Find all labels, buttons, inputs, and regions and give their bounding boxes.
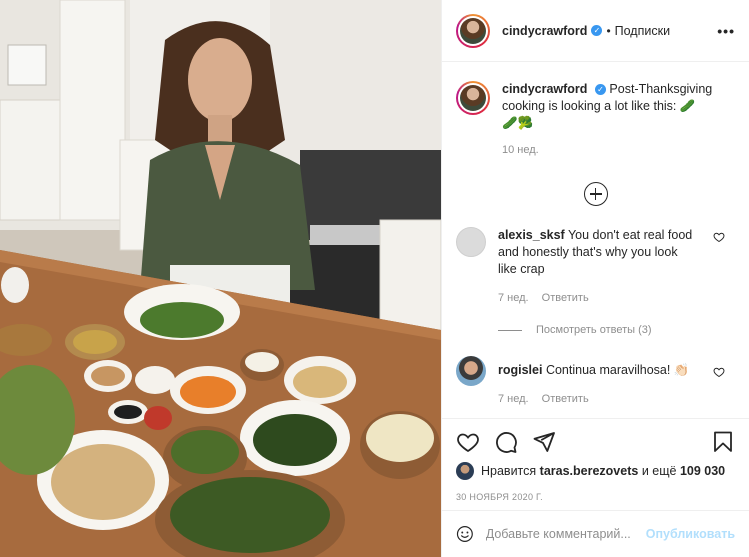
verified-icon: ✓	[591, 25, 603, 36]
publish-button[interactable]: Опубликовать	[646, 527, 735, 541]
comment-time[interactable]: 7 нед.	[498, 393, 529, 405]
author-avatar[interactable]	[456, 13, 490, 48]
heart-icon[interactable]	[456, 430, 480, 454]
add-comment-bar: Опубликовать	[442, 510, 749, 557]
share-icon[interactable]	[532, 430, 556, 454]
comment-item: alexis_sksf You don't eat real food and …	[442, 227, 749, 307]
verified-icon: ✓	[594, 84, 606, 96]
reply-button[interactable]: Ответить	[542, 292, 589, 304]
following-button[interactable]: Подписки	[615, 24, 670, 38]
comment-item: rogislei Continua maravilhosa! 👏🏻 7 нед.…	[442, 356, 749, 408]
heart-icon[interactable]	[713, 366, 725, 378]
comment-time[interactable]: 7 нед.	[498, 292, 529, 304]
bookmark-icon[interactable]	[711, 430, 735, 454]
likes-suffix: и ещё	[641, 464, 677, 478]
post-photo[interactable]	[0, 0, 441, 557]
instagram-post-modal: cindycrawford ✓ • Подписки ••• cindycraw…	[0, 0, 749, 557]
likes-count[interactable]: 109 030	[680, 464, 725, 478]
likes-summary: Нравится taras.berezovets и ещё 109 030	[456, 462, 735, 480]
reply-button[interactable]: Ответить	[542, 393, 589, 405]
comment-input[interactable]	[485, 527, 646, 541]
post-details-panel: cindycrawford ✓ • Подписки ••• cindycraw…	[441, 0, 749, 557]
liker-avatar[interactable]	[456, 462, 474, 480]
post-caption: cindycrawford ✓ Post-Thanksgiving cookin…	[442, 63, 749, 159]
comment-icon[interactable]	[494, 430, 518, 454]
post-header: cindycrawford ✓ • Подписки •••	[442, 0, 749, 62]
comment-avatar[interactable]	[456, 227, 486, 257]
more-options-icon[interactable]: •••	[717, 23, 735, 39]
emoji-icon[interactable]	[456, 522, 474, 546]
author-username[interactable]: cindycrawford	[502, 24, 587, 38]
post-date[interactable]: 30 НОЯБРЯ 2020 Г.	[456, 492, 735, 502]
view-replies-label[interactable]: Посмотреть ответы (3)	[536, 324, 652, 336]
comment-meta: 7 нед. Ответить	[498, 391, 698, 408]
separator-dot: •	[606, 23, 611, 38]
comment-meta: 7 нед. Ответить	[498, 290, 698, 307]
view-replies-button[interactable]: Посмотреть ответы (3)	[498, 324, 749, 336]
liker-username[interactable]: taras.berezovets	[540, 464, 639, 478]
likes-prefix: Нравится	[481, 464, 537, 478]
replies-divider	[498, 329, 522, 331]
comment-username[interactable]: alexis_sksf	[498, 228, 565, 242]
comments-scroll-area[interactable]: cindycrawford ✓ Post-Thanksgiving cookin…	[442, 63, 749, 410]
action-icons	[456, 425, 735, 459]
caption-author-avatar[interactable]	[456, 81, 490, 115]
caption-emoji: 🥒🥦	[502, 116, 534, 130]
comment-username[interactable]: rogislei	[498, 363, 542, 377]
plus-circle-icon[interactable]	[583, 182, 608, 206]
post-actions: Нравится taras.berezovets и ещё 109 030 …	[442, 418, 749, 519]
comment-avatar[interactable]	[456, 356, 486, 386]
kitchen-scene-image	[0, 0, 441, 557]
caption-username[interactable]: cindycrawford	[502, 82, 587, 96]
post-time-ago[interactable]: 10 нед.	[502, 142, 735, 159]
comment-text: Continua maravilhosa! 👏🏻	[545, 363, 690, 377]
heart-icon[interactable]	[713, 231, 725, 243]
